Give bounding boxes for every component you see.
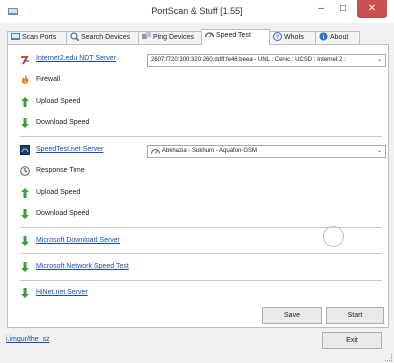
whois-icon: ? bbox=[273, 32, 282, 42]
ping-devices-icon bbox=[142, 32, 151, 40]
speed-test-panel: Internet2.edu NDT Server 2607:f720:300:3… bbox=[7, 44, 389, 328]
maximize-button[interactable]: □ bbox=[332, 2, 354, 18]
tab-label: Ping Devices bbox=[153, 34, 194, 41]
ndt-server-link[interactable]: Internet2.edu NDT Server bbox=[36, 55, 116, 62]
microsoft-network-link[interactable]: Microsoft Network Speed Test bbox=[36, 263, 129, 270]
speed-test-icon bbox=[205, 32, 214, 38]
scan-ports-icon bbox=[11, 33, 20, 41]
speedtest-server-link[interactable]: SpeedTest.net Server bbox=[36, 146, 103, 153]
download-arrow-icon bbox=[21, 118, 29, 128]
speedtest-download-label: Download Speed bbox=[36, 210, 90, 217]
upload-arrow-icon bbox=[21, 188, 29, 198]
tab-ping-devices[interactable]: Ping Devices bbox=[138, 31, 202, 44]
tab-scan-ports[interactable]: Scan Ports bbox=[7, 31, 67, 44]
app-window: PortScan & Stuff [1.55] – □ ✕ Scan Ports… bbox=[0, 0, 394, 363]
response-time-label: Response Time bbox=[36, 167, 85, 174]
speedtest-server-value: Abkhazia - Sukhum - Aquafon-GSM bbox=[162, 148, 258, 154]
about-icon: i bbox=[319, 32, 328, 41]
progress-spinner-icon bbox=[323, 226, 344, 247]
speedtest-upload-label: Upload Speed bbox=[36, 189, 81, 196]
tab-label: About bbox=[330, 34, 349, 41]
ndt-logo-icon bbox=[21, 56, 29, 65]
tab-about[interactable]: i About bbox=[315, 31, 360, 44]
footer-link[interactable]: i.imgur/the_sz bbox=[6, 336, 50, 343]
section-divider bbox=[20, 136, 382, 137]
tab-label: Search Devices bbox=[81, 34, 131, 41]
tab-whois[interactable]: ? WhoIs bbox=[269, 31, 316, 44]
save-button[interactable]: Save bbox=[262, 307, 322, 324]
ndt-server-select[interactable]: 2607:f720:300:320:260:ddff:fe46:beea - U… bbox=[147, 54, 386, 67]
download-arrow-icon bbox=[21, 288, 29, 298]
title-bar: PortScan & Stuff [1.55] – □ ✕ bbox=[0, 0, 394, 23]
section-divider bbox=[20, 280, 382, 281]
start-button[interactable]: Start bbox=[326, 307, 384, 324]
tab-label: Scan Ports bbox=[22, 34, 57, 41]
download-arrow-icon bbox=[21, 262, 29, 272]
firewall-icon bbox=[21, 75, 29, 84]
tab-search-devices[interactable]: Search Devices bbox=[66, 31, 139, 44]
download-arrow-icon bbox=[21, 209, 29, 219]
ndt-download-label: Download Speed bbox=[36, 119, 90, 126]
chevron-down-icon: ⌄ bbox=[376, 57, 382, 63]
speed-gauge-icon bbox=[151, 148, 160, 154]
speedtest-server-select[interactable]: Abkhazia - Sukhum - Aquafon-GSM ⌄ bbox=[147, 145, 386, 158]
speedtest-logo-icon bbox=[20, 145, 30, 155]
download-arrow-icon bbox=[21, 236, 29, 246]
tab-speed-test[interactable]: Speed Test bbox=[201, 29, 270, 45]
exit-button[interactable]: Exit bbox=[322, 332, 382, 349]
search-devices-icon bbox=[70, 32, 79, 42]
response-time-icon bbox=[20, 166, 30, 176]
ndt-upload-label: Upload Speed bbox=[36, 98, 81, 105]
resize-grip-icon[interactable] bbox=[385, 354, 392, 361]
hinet-link[interactable]: HiNet.net Server bbox=[36, 289, 88, 296]
ndt-server-value: 2607:f720:300:320:260:ddff:fe46:beea - U… bbox=[151, 57, 346, 63]
minimize-button[interactable]: – bbox=[310, 2, 332, 18]
upload-arrow-icon bbox=[21, 97, 29, 107]
chevron-down-icon: ⌄ bbox=[376, 148, 382, 154]
close-button[interactable]: ✕ bbox=[357, 0, 387, 18]
firewall-label: Firewall bbox=[36, 76, 61, 83]
tab-label: WhoIs bbox=[284, 34, 304, 41]
section-divider bbox=[20, 253, 382, 254]
tab-label: Speed Test bbox=[216, 32, 251, 39]
microsoft-download-link[interactable]: Microsoft Download Server bbox=[36, 237, 120, 244]
